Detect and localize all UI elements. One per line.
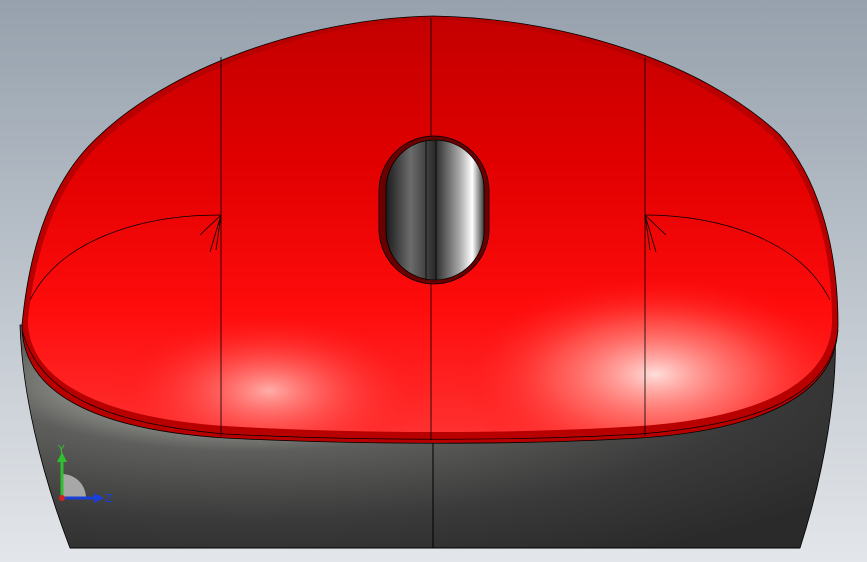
x-axis-point [59, 495, 65, 501]
scroll-wheel-slot[interactable] [378, 135, 490, 285]
z-axis-arrowhead [94, 493, 104, 503]
y-axis-label: Y [57, 443, 65, 456]
3d-viewport[interactable]: Y Z [0, 0, 867, 562]
z-axis-label: Z [105, 492, 113, 505]
mouse-model-view[interactable] [0, 0, 867, 562]
coordinate-triad: Y Z [57, 443, 113, 505]
